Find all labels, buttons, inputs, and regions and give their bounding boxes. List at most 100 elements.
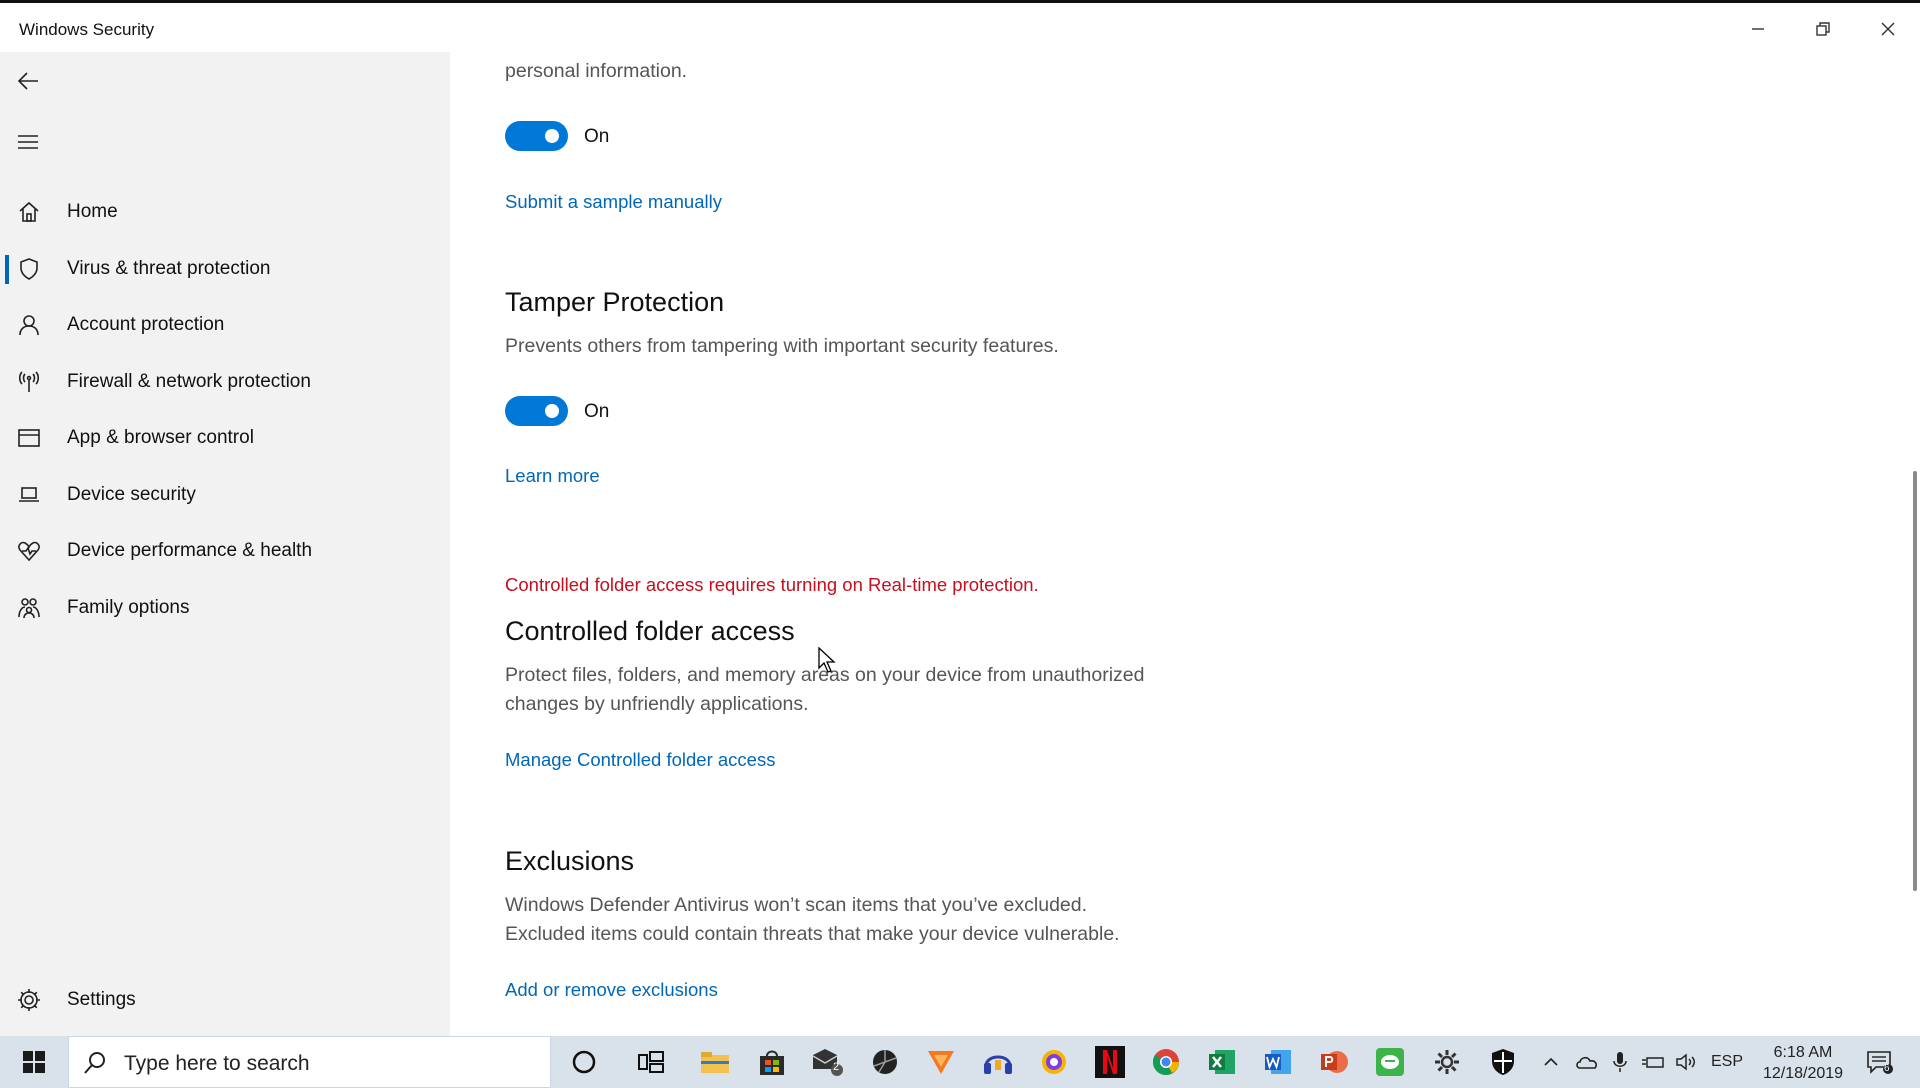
tamper-protection-description: Prevents others from tampering with impo… <box>505 335 1059 357</box>
taskbar-app-vlc[interactable] <box>923 1044 959 1080</box>
sidebar-item-firewall[interactable]: Firewall & network protection <box>0 357 450 407</box>
mouse-cursor-icon <box>818 647 836 673</box>
taskbar-settings[interactable] <box>1429 1044 1465 1080</box>
taskbar-word[interactable] <box>1260 1044 1296 1080</box>
taskbar-mail[interactable]: 2 <box>810 1044 846 1080</box>
menu-button[interactable] <box>14 128 42 156</box>
mail-icon <box>812 1049 843 1076</box>
microphone-tray[interactable] <box>1610 1036 1630 1088</box>
gear-icon <box>1435 1050 1459 1074</box>
sidebar-item-account-protection[interactable]: Account protection <box>0 300 450 350</box>
back-arrow-icon <box>17 72 38 90</box>
taskbar-search-box[interactable]: Type here to search <box>68 1036 551 1088</box>
store-bag-icon <box>760 1050 784 1075</box>
shield-icon <box>16 256 42 282</box>
sidebar-item-app-browser-control[interactable]: App & browser control <box>0 413 450 463</box>
close-icon <box>1881 22 1895 36</box>
search-placeholder: Type here to search <box>124 1052 310 1075</box>
family-icon <box>16 595 42 621</box>
ring-app-icon <box>1042 1050 1066 1074</box>
title-bar: Windows Security <box>0 6 1920 52</box>
sidebar-item-label: Virus & threat protection <box>67 258 271 279</box>
learn-more-link[interactable]: Learn more <box>505 465 600 487</box>
word-icon <box>1265 1050 1291 1074</box>
action-center-button[interactable]: 6 <box>1862 1036 1898 1088</box>
taskbar-app-ring[interactable] <box>1036 1044 1072 1080</box>
window-title: Windows Security <box>19 20 155 39</box>
taskbar-windows-security[interactable] <box>1485 1044 1521 1080</box>
sidebar-item-label: Account protection <box>67 314 225 335</box>
sidebar-item-virus-threat-protection[interactable]: Virus & threat protection <box>0 244 450 294</box>
sidebar-item-label: Home <box>67 201 118 222</box>
sidebar-item-family-options[interactable]: Family options <box>0 583 450 633</box>
partial-description: personal information. <box>505 60 688 82</box>
taskbar-chrome[interactable] <box>1148 1044 1184 1080</box>
minimize-icon <box>1752 28 1764 30</box>
manage-controlled-folder-access-link[interactable]: Manage Controlled folder access <box>505 749 775 771</box>
battery-tray[interactable] <box>1640 1036 1666 1088</box>
sample-submission-toggle[interactable] <box>505 121 568 151</box>
sidebar-item-home[interactable]: Home <box>0 187 450 237</box>
taskbar-store[interactable] <box>754 1044 790 1080</box>
battery-plug-icon <box>1642 1057 1664 1068</box>
taskbar-file-explorer[interactable] <box>697 1044 733 1080</box>
start-button[interactable] <box>0 1036 68 1088</box>
taskbar-app-aperture[interactable] <box>867 1044 903 1080</box>
sidebar-item-label: Firewall & network protection <box>67 371 311 392</box>
back-button[interactable] <box>14 67 42 95</box>
exclusions-description-line-2: Excluded items could contain threats tha… <box>505 923 1120 945</box>
taskbar-app-green[interactable] <box>1372 1044 1408 1080</box>
taskbar-powerpoint[interactable] <box>1316 1044 1352 1080</box>
scrollbar-thumb[interactable] <box>1913 471 1917 891</box>
cloud-icon <box>1576 1056 1597 1069</box>
mail-badge: 2 <box>833 1061 840 1073</box>
windows-security-window: Windows Security Home Virus & threat pro… <box>0 0 1920 1039</box>
close-button[interactable] <box>1856 6 1920 52</box>
sidebar-item-label: Device security <box>67 484 196 505</box>
taskbar-app-headphones[interactable] <box>980 1044 1016 1080</box>
tamper-protection-toggle[interactable] <box>505 396 568 426</box>
taskbar-netflix[interactable] <box>1092 1044 1128 1080</box>
sidebar-item-device-performance[interactable]: Device performance & health <box>0 526 450 576</box>
laptop-icon <box>16 482 42 508</box>
restore-button[interactable] <box>1791 6 1855 52</box>
windows-logo-icon <box>23 1051 45 1073</box>
gear-icon <box>16 987 42 1013</box>
minimize-button[interactable] <box>1726 6 1790 52</box>
aperture-app-icon <box>873 1050 897 1074</box>
restore-icon <box>1816 22 1830 36</box>
add-remove-exclusions-link[interactable]: Add or remove exclusions <box>505 979 718 1001</box>
search-icon <box>84 1052 105 1074</box>
sidebar-item-label: Device performance & health <box>67 540 313 561</box>
exclusions-description-line-1: Windows Defender Antivirus won’t scan it… <box>505 894 1088 916</box>
cortana-button[interactable] <box>566 1044 602 1080</box>
file-explorer-icon <box>701 1052 729 1073</box>
sidebar-item-label: Family options <box>67 597 190 618</box>
controlled-folder-access-heading: Controlled folder access <box>505 616 795 646</box>
cortana-icon <box>572 1050 596 1074</box>
sidebar-item-device-security[interactable]: Device security <box>0 470 450 520</box>
taskbar-excel[interactable] <box>1204 1044 1240 1080</box>
task-view-button[interactable] <box>633 1044 669 1080</box>
show-hidden-icons-button[interactable] <box>1541 1036 1561 1088</box>
tamper-toggle-state: On <box>584 401 610 422</box>
toggle-knob <box>545 404 559 418</box>
volume-tray[interactable] <box>1674 1036 1700 1088</box>
home-icon <box>16 199 42 225</box>
antenna-icon <box>16 369 42 395</box>
task-view-icon <box>638 1051 664 1073</box>
heart-icon <box>16 538 42 564</box>
input-language-indicator[interactable]: ESP <box>1707 1036 1747 1088</box>
taskbar-clock[interactable]: 6:18 AM 12/18/2019 <box>1748 1042 1858 1084</box>
cfa-description-line-2: changes by unfriendly applications. <box>505 693 809 715</box>
sidebar: Home Virus & threat protection Account p… <box>0 52 450 1039</box>
sidebar-item-settings[interactable]: Settings <box>0 975 450 1025</box>
excel-icon <box>1209 1050 1235 1074</box>
app-window-icon <box>16 425 42 451</box>
microphone-icon <box>1613 1052 1627 1072</box>
speaker-icon <box>1676 1053 1695 1071</box>
onedrive-tray[interactable] <box>1574 1036 1600 1088</box>
notification-count-badge: 6 <box>1884 1063 1890 1074</box>
submit-sample-link[interactable]: Submit a sample manually <box>505 191 722 213</box>
active-indicator <box>5 255 9 284</box>
